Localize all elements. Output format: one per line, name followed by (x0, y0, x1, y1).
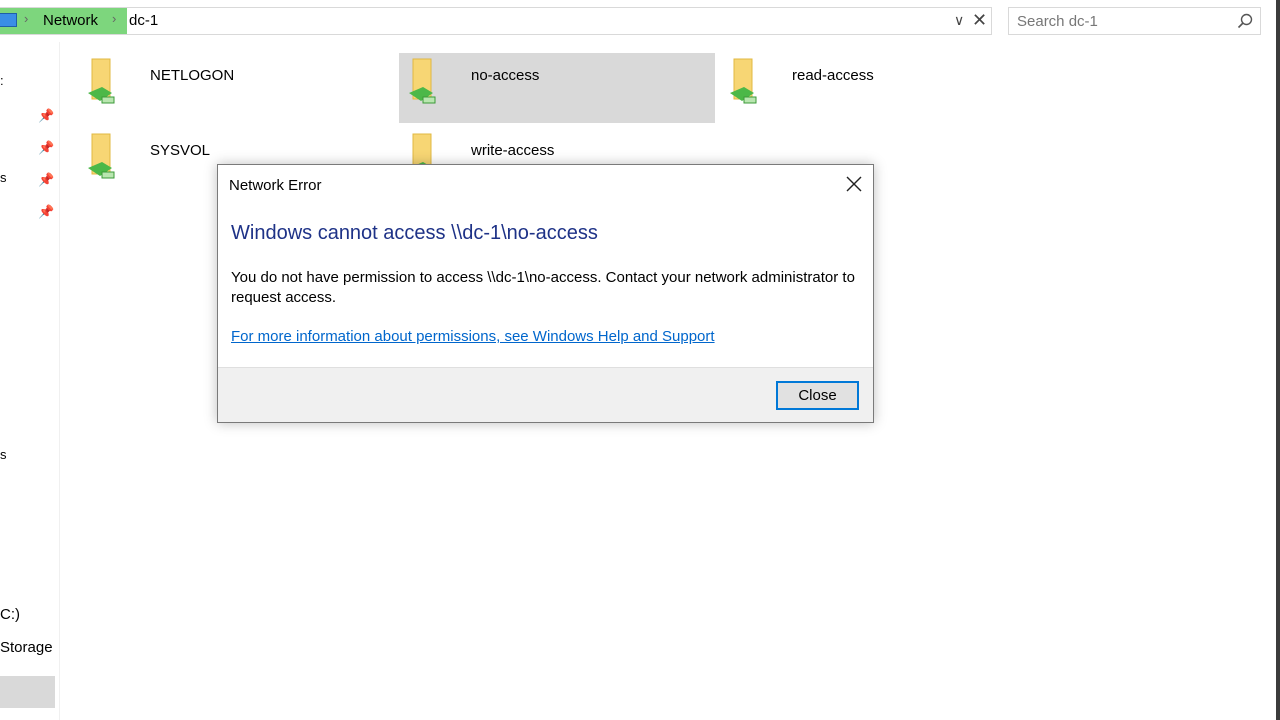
navigation-pane: : 📌 📌 s 📌 📌 s C:) Storage (0, 42, 60, 720)
chevron-right-icon[interactable]: › (24, 11, 28, 26)
folder-item[interactable]: NETLOGON (78, 53, 378, 123)
folder-label: write-access (471, 142, 555, 159)
address-bar[interactable]: › Network › dc-1 ∨ ✕ (0, 7, 992, 35)
folder-label: no-access (471, 67, 540, 84)
search-box[interactable] (1008, 7, 1261, 35)
breadcrumb-network[interactable]: Network (43, 12, 98, 29)
shared-folder-icon (409, 58, 436, 104)
close-button[interactable]: Close (776, 381, 859, 410)
nav-item-local-disk[interactable]: C:) (0, 606, 20, 623)
file-explorer-window: › Network › dc-1 ∨ ✕ : 📌 📌 s 📌 📌 s C:) S… (0, 0, 1280, 720)
close-icon[interactable]: ✕ (972, 10, 987, 31)
breadcrumb-dc-1[interactable]: dc-1 (129, 12, 158, 29)
dialog-message: You do not have permission to access \\d… (231, 269, 855, 306)
pin-icon[interactable]: 📌 (38, 172, 54, 187)
close-icon[interactable] (843, 173, 865, 195)
chevron-down-icon[interactable]: ∨ (954, 12, 964, 29)
nav-item-fragment[interactable]: s (0, 447, 7, 462)
nav-item-selected[interactable] (0, 676, 55, 708)
network-error-dialog: Network Error Windows cannot access \\dc… (217, 164, 874, 423)
search-icon[interactable] (1237, 13, 1253, 29)
shared-folder-icon (730, 58, 757, 104)
nav-item-storage[interactable]: Storage (0, 639, 53, 656)
shared-folder-icon (88, 58, 115, 104)
folder-item[interactable]: read-access (720, 53, 1020, 123)
shared-folder-icon (88, 133, 115, 179)
pin-icon[interactable]: 📌 (38, 140, 54, 155)
folder-label: NETLOGON (150, 67, 235, 84)
folder-label: read-access (792, 67, 874, 84)
window-edge (1276, 0, 1280, 720)
chevron-right-icon[interactable]: › (112, 11, 116, 26)
search-input[interactable] (1017, 11, 1227, 31)
pin-icon[interactable]: 📌 (38, 108, 54, 123)
folder-label: SYSVOL (150, 142, 211, 159)
dialog-heading: Windows cannot access \\dc-1\no-access (231, 222, 598, 244)
dialog-footer: Close (218, 367, 873, 422)
dialog-title: Network Error (229, 177, 322, 194)
nav-item-fragment[interactable]: s (0, 170, 7, 185)
help-link[interactable]: For more information about permissions, … (231, 328, 715, 345)
computer-icon[interactable] (0, 13, 17, 27)
nav-item-fragment[interactable]: : (0, 73, 4, 88)
pin-icon[interactable]: 📌 (38, 204, 54, 219)
folder-item[interactable]: no-access (399, 53, 715, 123)
address-bar-row: › Network › dc-1 ∨ ✕ (0, 0, 1280, 42)
